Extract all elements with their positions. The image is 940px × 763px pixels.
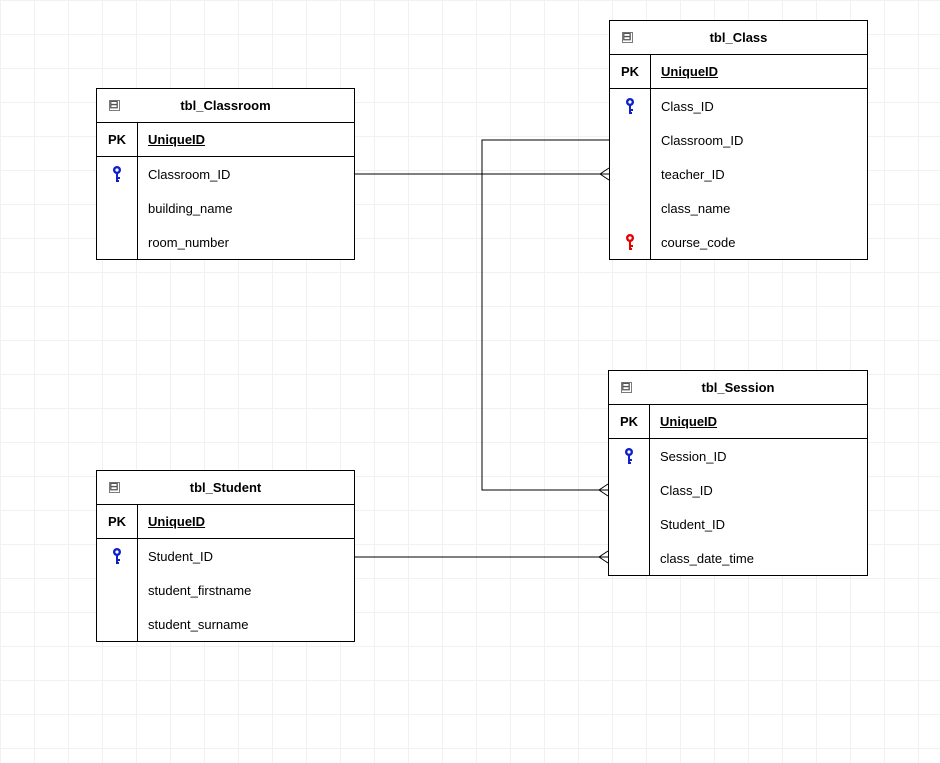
field: Class_ID	[650, 473, 867, 507]
field: teacher_ID	[651, 157, 867, 191]
key-icon-blue	[110, 165, 124, 183]
minus-icon: ⊟	[109, 100, 120, 111]
entity-classroom[interactable]: ⊟ tbl_Classroom PK UniqueID	[96, 88, 355, 260]
minus-icon: ⊟	[622, 32, 633, 43]
pk-field: UniqueID	[651, 55, 867, 88]
entity-title: tbl_Classroom	[131, 98, 354, 113]
key-icon-slot	[622, 439, 636, 473]
key-icon-slot	[110, 157, 124, 191]
collapse-toggle[interactable]: ⊟	[610, 32, 644, 43]
pk-row: PK UniqueID	[609, 405, 867, 439]
field: Class_ID	[651, 89, 867, 123]
entity-title-row: ⊟ tbl_Session	[609, 371, 867, 405]
key-icon-slot	[623, 89, 637, 123]
field: student_firstname	[138, 573, 354, 607]
field: class_date_time	[650, 541, 867, 575]
minus-icon: ⊟	[621, 382, 632, 393]
collapse-toggle[interactable]: ⊟	[97, 482, 131, 493]
field: Classroom_ID	[138, 157, 354, 191]
key-icon-slot	[623, 225, 637, 259]
entity-title-row: ⊟ tbl_Class	[610, 21, 867, 55]
pk-row: PK UniqueID	[610, 55, 867, 89]
entity-title-row: ⊟ tbl_Classroom	[97, 89, 354, 123]
pk-row: PK UniqueID	[97, 505, 354, 539]
entity-title: tbl_Session	[643, 380, 867, 395]
pk-field: UniqueID	[650, 405, 867, 438]
field: Session_ID	[650, 439, 867, 473]
pk-label: PK	[610, 55, 651, 88]
entity-title: tbl_Student	[131, 480, 354, 495]
pk-field: UniqueID	[138, 123, 354, 156]
entity-student[interactable]: ⊟ tbl_Student PK UniqueID	[96, 470, 355, 642]
key-icon-blue	[622, 447, 636, 465]
entity-title-row: ⊟ tbl_Student	[97, 471, 354, 505]
field: Student_ID	[650, 507, 867, 541]
collapse-toggle[interactable]: ⊟	[609, 382, 643, 393]
field: student_surname	[138, 607, 354, 641]
key-icon-red	[623, 233, 637, 251]
pk-row: PK UniqueID	[97, 123, 354, 157]
key-icon-slot	[110, 539, 124, 573]
field: building_name	[138, 191, 354, 225]
entity-class[interactable]: ⊟ tbl_Class PK UniqueID	[609, 20, 868, 260]
field: room_number	[138, 225, 354, 259]
pk-field: UniqueID	[138, 505, 354, 538]
key-icon-blue	[623, 97, 637, 115]
field: Classroom_ID	[651, 123, 867, 157]
entity-session[interactable]: ⊟ tbl_Session PK UniqueID	[608, 370, 868, 576]
field: class_name	[651, 191, 867, 225]
entity-title: tbl_Class	[644, 30, 867, 45]
minus-icon: ⊟	[109, 482, 120, 493]
key-icon-blue	[110, 547, 124, 565]
field: course_code	[651, 225, 867, 259]
pk-label: PK	[609, 405, 650, 438]
pk-label: PK	[97, 505, 138, 538]
field: Student_ID	[138, 539, 354, 573]
pk-label: PK	[97, 123, 138, 156]
collapse-toggle[interactable]: ⊟	[97, 100, 131, 111]
